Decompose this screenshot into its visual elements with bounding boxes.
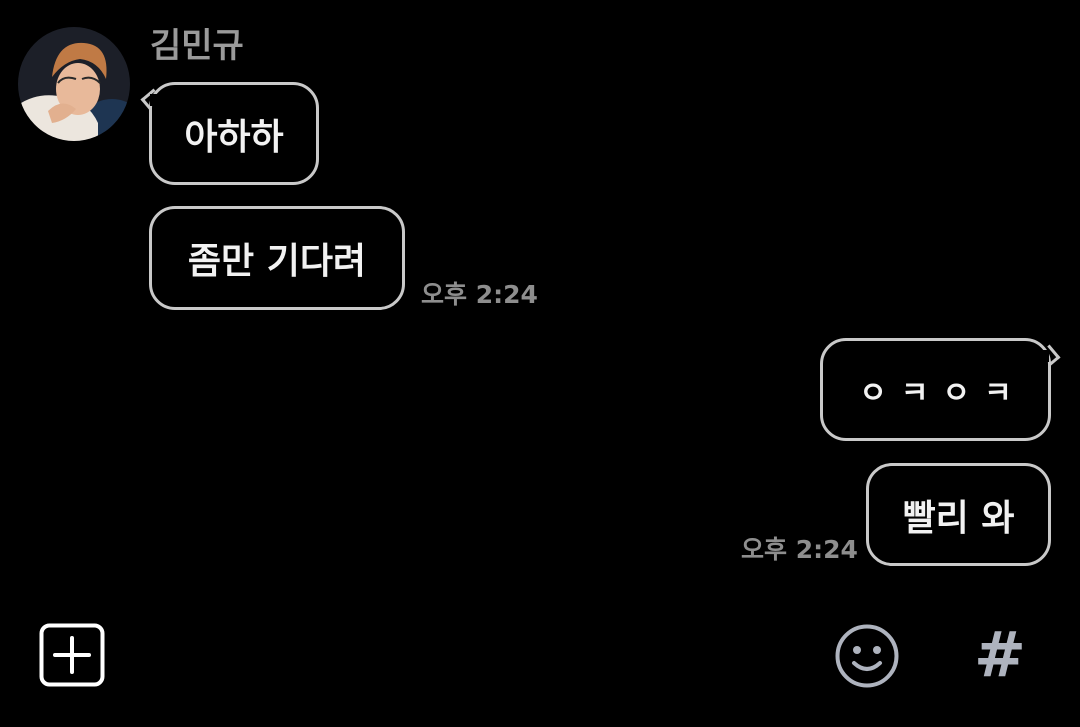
outgoing-message-bubble[interactable]: 빨리 와 — [866, 463, 1051, 566]
outgoing-timestamp: 오후 2:24 — [741, 535, 858, 564]
hashtag-icon: # — [974, 618, 1026, 691]
message-text: 좀만 기다려 — [187, 241, 367, 282]
smiley-icon — [835, 624, 899, 688]
plus-square-icon — [39, 623, 105, 687]
sender-avatar[interactable] — [18, 27, 130, 141]
sender-name: 김민규 — [150, 26, 244, 66]
emoji-button[interactable] — [834, 623, 900, 689]
incoming-message-bubble[interactable]: 아하하 — [149, 82, 319, 185]
outgoing-message-bubble[interactable]: ㅇㅋㅇㅋ — [820, 338, 1051, 441]
bubble-tail-joint — [1041, 350, 1049, 362]
incoming-timestamp: 오후 2:24 — [421, 280, 538, 309]
message-text: 빨리 와 — [902, 497, 1015, 539]
incoming-message-bubble[interactable]: 좀만 기다려 — [149, 206, 405, 310]
avatar-photo — [18, 27, 130, 141]
bubble-tail-joint — [150, 94, 158, 106]
attach-button[interactable] — [39, 623, 105, 687]
hashtag-button[interactable]: # — [968, 622, 1032, 688]
message-text: ㅇㅋㅇㅋ — [859, 375, 1026, 411]
message-text: 아하하 — [184, 116, 284, 158]
